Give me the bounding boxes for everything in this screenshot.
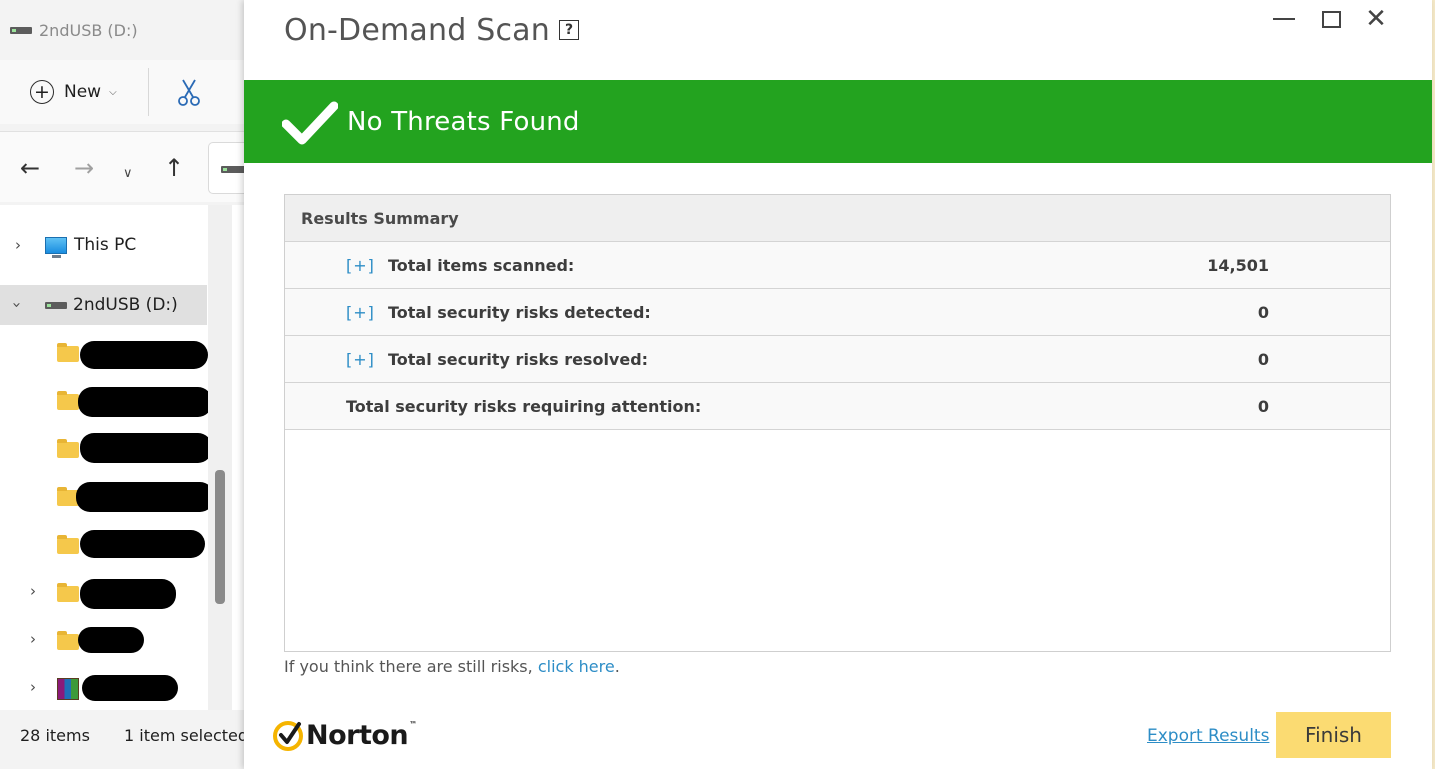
drive-icon [10, 26, 32, 34]
new-button-label: New [64, 82, 102, 102]
chevron-right-icon[interactable]: › [30, 678, 36, 696]
plus-circle-icon: + [30, 80, 54, 104]
chevron-right-icon[interactable]: › [30, 630, 36, 648]
results-row-value: 0 [1257, 397, 1269, 416]
status-banner: No Threats Found [244, 80, 1432, 163]
cut-button[interactable] [174, 77, 204, 107]
explorer-status-bar: 28 items 1 item selected [0, 716, 248, 756]
tree-item-this-pc[interactable]: › This PC [0, 225, 207, 265]
results-row-label: Total items scanned: [388, 256, 575, 275]
results-row: [+] Total items scanned: 14,501 [285, 242, 1390, 289]
drive-icon [45, 301, 67, 309]
maximize-icon [1321, 10, 1341, 28]
new-button[interactable]: + New ⌵ [30, 78, 117, 106]
risk-note-period: . [614, 657, 620, 676]
chevron-right-icon[interactable]: › [30, 582, 36, 600]
results-row-value: 0 [1257, 350, 1269, 369]
status-banner-text: No Threats Found [347, 107, 580, 137]
results-row: [+] Total security risks detected: 0 [285, 289, 1390, 336]
folder-icon [57, 535, 79, 554]
forward-arrow-icon[interactable]: → [74, 154, 94, 182]
expand-toggle[interactable]: [+] [346, 350, 375, 369]
redacted-folder-name [80, 341, 208, 369]
tree-item-label: 2ndUSB (D:) [73, 295, 178, 315]
expand-toggle[interactable]: [+] [346, 256, 375, 275]
norton-wordmark: Norton™ [306, 720, 417, 751]
explorer-title: 2ndUSB (D:) [10, 18, 138, 42]
results-row-value: 14,501 [1207, 256, 1269, 275]
norton-logo: Norton™ [272, 716, 417, 754]
export-results-link[interactable]: Export Results [1147, 726, 1269, 746]
redacted-folder-name [80, 433, 212, 463]
address-bar[interactable] [208, 142, 245, 194]
results-row-label: Total security risks detected: [388, 303, 651, 322]
folder-icon [57, 631, 79, 650]
scan-dialog: On-Demand Scan ? ✕ No Threats Found Resu… [244, 0, 1432, 769]
tree-item-drive[interactable]: › 2ndUSB (D:) [0, 285, 207, 325]
results-summary-header: Results Summary [285, 195, 1390, 242]
results-row: [+] Total security risks resolved: 0 [285, 336, 1390, 383]
click-here-link[interactable]: click here [538, 657, 615, 676]
redacted-folder-name [76, 482, 214, 512]
redacted-file-name [82, 675, 178, 701]
folder-icon [57, 583, 79, 602]
risk-note-text: If you think there are still risks, [284, 657, 533, 676]
results-row-label: Total security risks requiring attention… [346, 397, 702, 416]
folder-icon [57, 343, 79, 362]
checkmark-icon [282, 101, 338, 145]
help-icon[interactable]: ? [559, 20, 579, 40]
redacted-folder-name [80, 530, 205, 558]
tree-scrollbar-track [208, 205, 232, 710]
results-summary-panel: Results Summary [+] Total items scanned:… [284, 194, 1391, 652]
expand-toggle[interactable]: [+] [346, 303, 375, 322]
tree-scrollbar-thumb[interactable] [215, 470, 225, 604]
maximize-button[interactable] [1316, 4, 1346, 34]
item-count: 28 items [20, 726, 90, 745]
drive-icon [221, 166, 245, 173]
chevron-down-icon: ⌵ [109, 86, 117, 98]
brand-name: Norton [306, 719, 409, 751]
up-arrow-icon[interactable]: ↑ [164, 154, 184, 182]
tree-item-label: This PC [74, 235, 137, 255]
computer-icon [45, 236, 67, 258]
finish-button[interactable]: Finish [1276, 712, 1391, 758]
selection-status: 1 item selected [124, 726, 249, 745]
minimize-icon [1273, 18, 1295, 20]
risk-note: If you think there are still risks, clic… [284, 657, 620, 676]
close-button[interactable]: ✕ [1361, 4, 1391, 34]
chevron-down-icon[interactable]: › [8, 302, 26, 308]
close-icon: ✕ [1365, 4, 1387, 34]
recent-locations-chevron-icon[interactable]: ∨ [123, 160, 133, 188]
command-separator [148, 68, 149, 116]
chevron-right-icon[interactable]: › [15, 236, 21, 254]
trademark-symbol: ™ [409, 719, 417, 729]
redacted-folder-name [78, 627, 144, 653]
archive-icon [57, 678, 79, 700]
minimize-button[interactable] [1269, 4, 1299, 34]
norton-checkmark-badge-icon [273, 721, 303, 751]
redacted-folder-name [78, 387, 212, 417]
results-row: Total security risks requiring attention… [285, 383, 1390, 430]
folder-icon [57, 391, 79, 410]
explorer-title-text: 2ndUSB (D:) [39, 20, 138, 40]
scissors-icon [178, 79, 200, 106]
dialog-title: On-Demand Scan [284, 13, 550, 48]
redacted-folder-name [80, 579, 176, 609]
file-explorer-window: 2ndUSB (D:) + New ⌵ ← → ∨ ↑ › This PC › … [0, 0, 248, 769]
folder-icon [57, 439, 79, 458]
back-arrow-icon[interactable]: ← [20, 154, 40, 182]
results-row-label: Total security risks resolved: [388, 350, 649, 369]
results-row-value: 0 [1257, 303, 1269, 322]
